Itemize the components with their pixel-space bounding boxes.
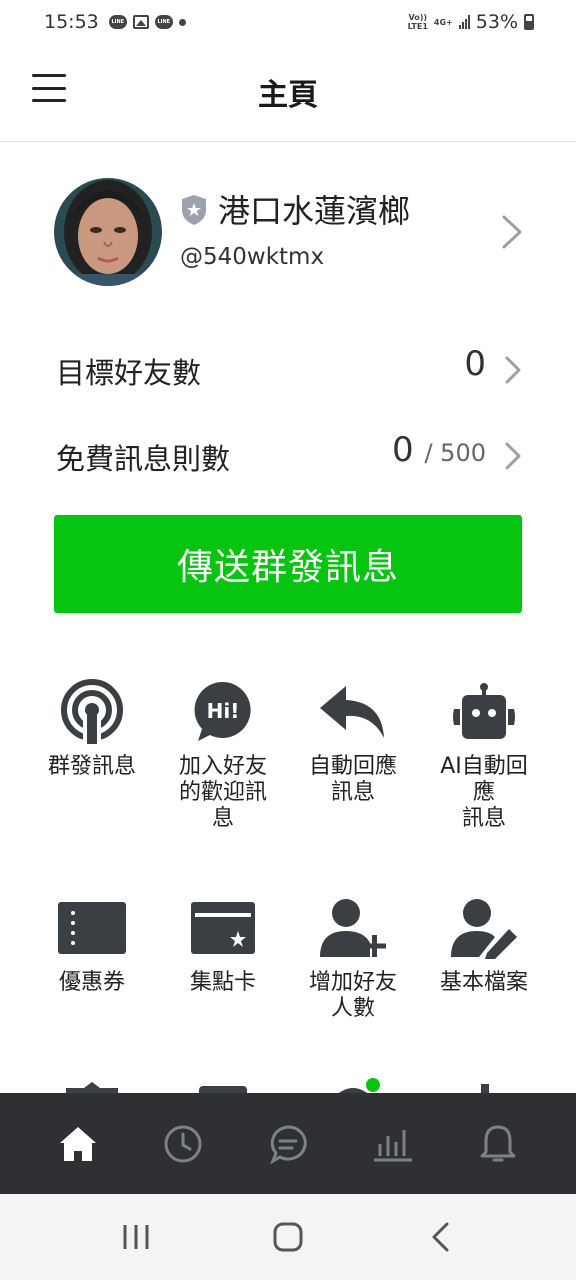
free-messages-label: 免費訊息則數 bbox=[56, 442, 231, 476]
add-friend-icon bbox=[288, 892, 418, 964]
verified-shield-icon bbox=[180, 194, 208, 230]
nav-insights-icon[interactable] bbox=[358, 1109, 428, 1179]
feature-label: 優惠券 bbox=[58, 970, 125, 995]
gallery-notification-icon bbox=[132, 15, 149, 29]
line-oa-home-screen: 15:53 LINE LINE Vo)) LTE1 4G+ 53% 主頁 港口水… bbox=[0, 0, 576, 1280]
feature-label: 加入好友 的歡迎訊 息 bbox=[178, 754, 267, 831]
nav-clock-icon[interactable] bbox=[148, 1109, 218, 1179]
app-header: 主頁 bbox=[0, 44, 576, 142]
reply-arrow-icon bbox=[288, 676, 418, 748]
coupon-icon bbox=[27, 892, 157, 964]
account-name: 港口水蓮濱榔 bbox=[218, 192, 411, 230]
nav-chat-icon[interactable] bbox=[253, 1109, 323, 1179]
chevron-right-icon bbox=[500, 214, 524, 254]
free-messages-row[interactable]: 免費訊息則數 0 / 500 bbox=[0, 422, 576, 482]
recent-apps-icon[interactable] bbox=[106, 1207, 166, 1267]
feature-ai-auto-reply[interactable]: AI自動回 應 訊息 bbox=[419, 676, 549, 832]
nav-bell-icon[interactable] bbox=[463, 1109, 533, 1179]
feature-label: 群發訊息 bbox=[47, 754, 136, 779]
send-broadcast-button[interactable]: 傳送群發訊息 bbox=[54, 515, 522, 613]
feature-add-friends[interactable]: 增加好友 人數 bbox=[288, 892, 418, 1022]
chevron-right-icon bbox=[504, 356, 522, 388]
status-time: 15:53 bbox=[44, 11, 99, 33]
back-button-icon[interactable] bbox=[410, 1207, 470, 1267]
feature-label: AI自動回 應 訊息 bbox=[440, 754, 528, 831]
status-right-group: Vo)) LTE1 4G+ 53% bbox=[408, 11, 534, 33]
svg-text:Hi!: Hi! bbox=[207, 699, 240, 723]
system-nav-bar bbox=[0, 1194, 576, 1280]
network-type-indicator: 4G+ bbox=[433, 17, 453, 27]
robot-icon bbox=[419, 676, 549, 748]
chevron-right-icon bbox=[504, 442, 522, 474]
feature-coupon[interactable]: 優惠券 bbox=[27, 892, 157, 996]
free-messages-value-group: 0 / 500 bbox=[392, 430, 486, 470]
battery-percent: 53% bbox=[475, 11, 518, 33]
line-notification-icon: LINE bbox=[108, 15, 127, 29]
feature-label: 集點卡 bbox=[189, 970, 256, 995]
account-profile-row[interactable]: 港口水蓮濱榔 @540wktmx bbox=[0, 178, 576, 288]
feature-label: 自動回應 訊息 bbox=[308, 754, 397, 805]
signal-strength-icon bbox=[458, 15, 470, 29]
target-friends-row[interactable]: 目標好友數 0 bbox=[0, 336, 576, 396]
nav-home-icon[interactable] bbox=[43, 1109, 113, 1179]
line-notification-icon: LINE bbox=[154, 15, 173, 29]
hi-bubble-icon: Hi! bbox=[158, 676, 288, 748]
bottom-nav bbox=[0, 1093, 576, 1194]
feature-basic-profile[interactable]: 基本檔案 bbox=[419, 892, 549, 996]
account-id: @540wktmx bbox=[180, 244, 325, 270]
target-friends-value: 0 bbox=[464, 344, 486, 384]
status-bar: 15:53 LINE LINE Vo)) LTE1 4G+ 53% bbox=[0, 0, 576, 44]
profile-edit-icon bbox=[419, 892, 549, 964]
feature-broadcast[interactable]: 群發訊息 bbox=[27, 676, 157, 780]
more-notifications-dot-icon bbox=[178, 18, 186, 26]
broadcast-icon bbox=[27, 676, 157, 748]
avatar bbox=[54, 178, 162, 286]
free-messages-limit: / 500 bbox=[424, 439, 486, 467]
target-friends-label: 目標好友數 bbox=[56, 356, 202, 390]
battery-icon bbox=[524, 14, 534, 30]
page-title: 主頁 bbox=[258, 78, 318, 113]
feature-reward-card[interactable]: 集點卡 bbox=[158, 892, 288, 996]
feature-auto-reply[interactable]: 自動回應 訊息 bbox=[288, 676, 418, 806]
home-button-icon[interactable] bbox=[258, 1207, 318, 1267]
feature-label: 基本檔案 bbox=[439, 970, 528, 995]
feature-welcome-message[interactable]: Hi! 加入好友 的歡迎訊 息 bbox=[158, 676, 288, 832]
volte-indicator: Vo)) LTE1 bbox=[407, 13, 428, 31]
feature-label: 增加好友 人數 bbox=[308, 970, 397, 1021]
reward-card-icon bbox=[158, 892, 288, 964]
free-messages-value: 0 bbox=[392, 430, 414, 470]
